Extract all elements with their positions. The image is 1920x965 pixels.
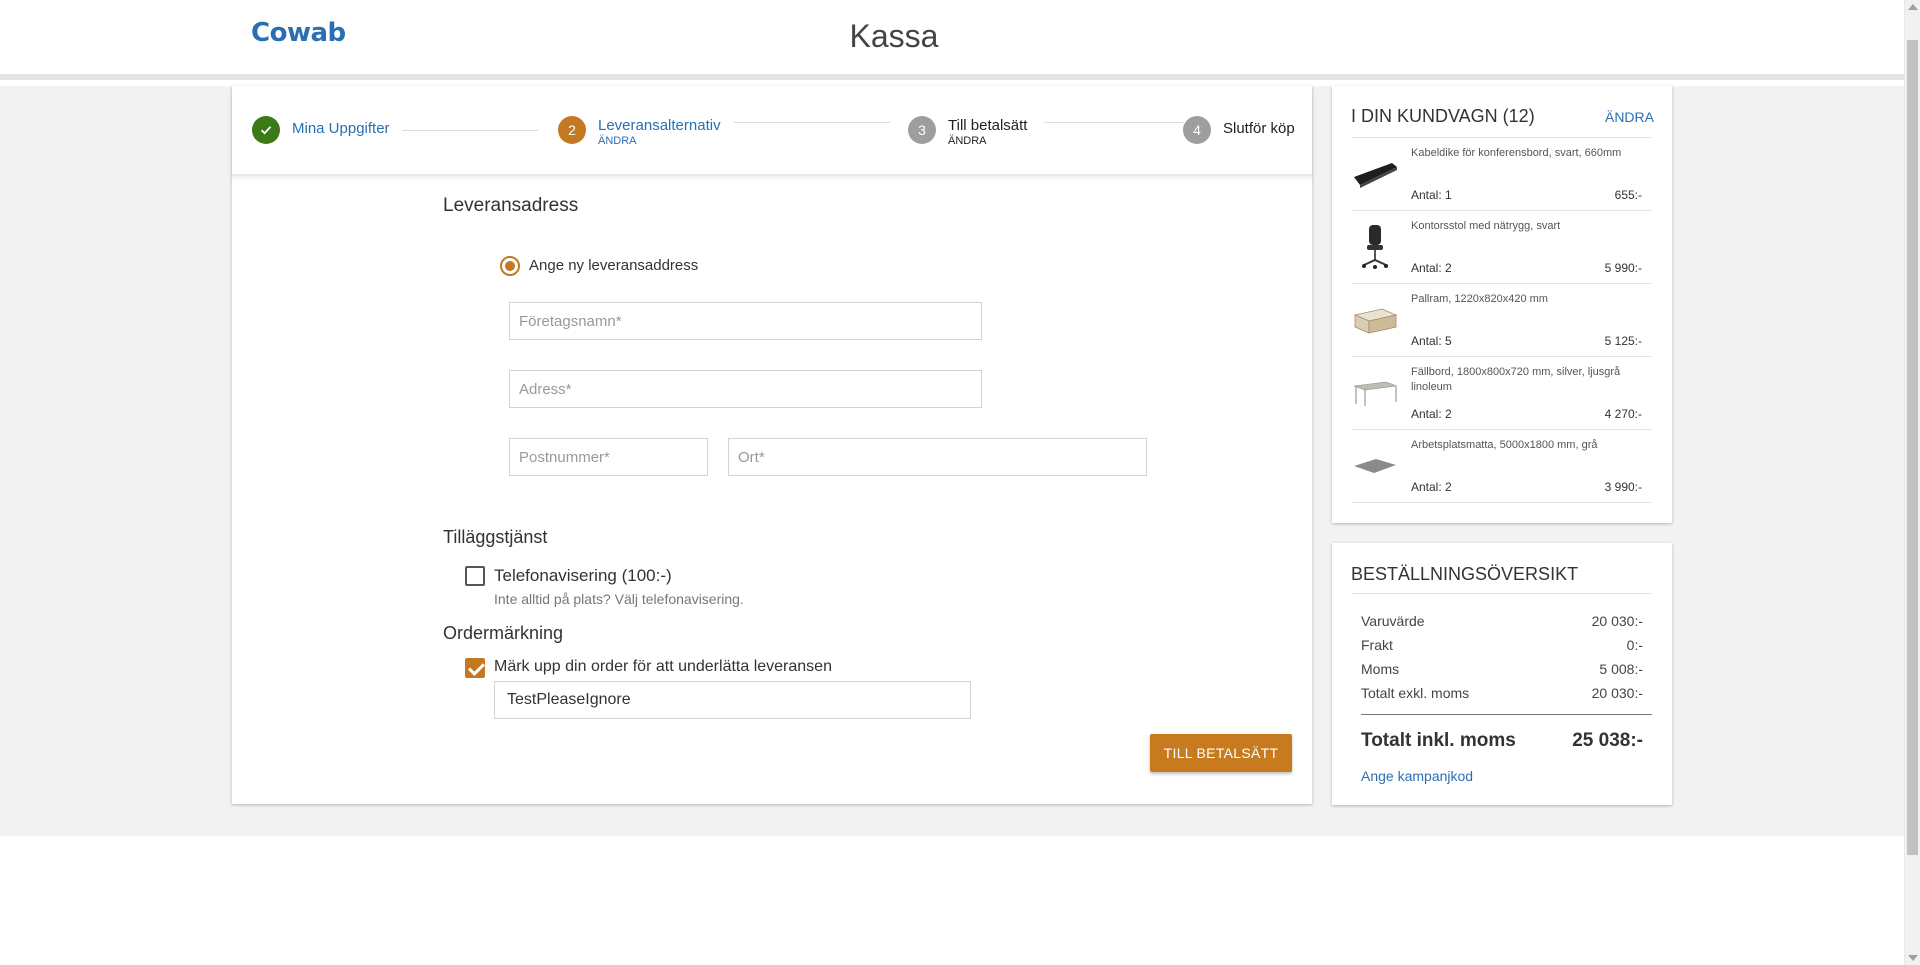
cart-item-qty: Antal: 2 bbox=[1411, 407, 1452, 421]
cart-title: I DIN KUNDVAGN (12) bbox=[1351, 106, 1535, 126]
step-number: 4 bbox=[1183, 116, 1211, 144]
order-summary-title: Beställningsöversikt bbox=[1351, 564, 1579, 584]
cart-item-qty: Antal: 5 bbox=[1411, 334, 1452, 348]
step-label: Leveransalternativ bbox=[598, 117, 721, 134]
cart-item[interactable]: Arbetsplatsmatta, 5000x1800 mm, grå Anta… bbox=[1351, 430, 1652, 503]
summary-label: Frakt bbox=[1361, 637, 1393, 653]
cart-item-qty: Antal: 1 bbox=[1411, 188, 1452, 202]
summary-label: Varuvärde bbox=[1361, 613, 1425, 629]
cart-item-qty: Antal: 2 bbox=[1411, 480, 1452, 494]
summary-value: 20 030:- bbox=[1591, 613, 1643, 629]
postal-code-input[interactable] bbox=[509, 438, 708, 476]
promo-code-link[interactable]: Ange kampanjkod bbox=[1361, 768, 1473, 784]
cart-item[interactable]: Pallram, 1220x820x420 mm Antal: 5 5 125:… bbox=[1351, 284, 1652, 357]
cart-item-price: 655:- bbox=[1614, 188, 1642, 202]
city-input[interactable] bbox=[728, 438, 1147, 476]
step-slutfor-kop[interactable]: 4 Slutför köp bbox=[1183, 116, 1295, 144]
cart-item-name: Kontorsstol med nätrygg, svart bbox=[1411, 220, 1561, 232]
checkout-card: Mina Uppgifter 2 Leveransalternativ ÄNDR… bbox=[232, 86, 1312, 804]
company-name-input[interactable] bbox=[509, 302, 982, 340]
cart-item-name: Arbetsplatsmatta, 5000x1800 mm, grå bbox=[1411, 439, 1598, 451]
address-input[interactable] bbox=[509, 370, 982, 408]
new-address-radio-label[interactable]: Ange ny leveransaddress bbox=[529, 257, 698, 274]
divider bbox=[1361, 714, 1652, 715]
step-number: 3 bbox=[908, 116, 936, 144]
step-label: Mina Uppgifter bbox=[292, 120, 390, 137]
summary-row-total-excl: Totalt exkl. moms 20 030:- bbox=[1361, 685, 1643, 701]
scroll-thumb[interactable] bbox=[1907, 40, 1918, 855]
cart-item[interactable]: Kabeldike för konferensbord, svart, 660m… bbox=[1351, 138, 1652, 211]
total-label: Totalt inkl. moms bbox=[1361, 730, 1516, 751]
cart-item-price: 3 990:- bbox=[1604, 480, 1642, 494]
order-marking-label[interactable]: Märk upp din order för att underlätta le… bbox=[494, 658, 832, 676]
step-change-link[interactable]: ÄNDRA bbox=[948, 134, 1027, 148]
summary-row-subtotal: Varuvärde 20 030:- bbox=[1361, 613, 1643, 629]
summary-value: 20 030:- bbox=[1591, 685, 1643, 701]
total-value: 25 038:- bbox=[1572, 730, 1643, 751]
cart-item-price: 5 990:- bbox=[1604, 261, 1642, 275]
cart-item-name: Fällbord, 1800x800x720 mm, silver, ljusg… bbox=[1411, 366, 1621, 393]
summary-row-vat: Moms 5 008:- bbox=[1361, 661, 1643, 677]
page-title: Kassa bbox=[849, 18, 939, 54]
step-connector bbox=[734, 122, 890, 123]
scroll-up-icon[interactable] bbox=[1908, 4, 1918, 10]
phone-notification-hint: Inte alltid på plats? Välj telefonaviser… bbox=[494, 591, 744, 607]
cart-change-link[interactable]: Ändra bbox=[1605, 109, 1654, 125]
to-payment-button[interactable]: Till betalsätt bbox=[1150, 734, 1292, 772]
new-address-radio[interactable] bbox=[500, 256, 520, 276]
order-marking-input[interactable] bbox=[494, 681, 971, 719]
floor-mat-icon bbox=[1351, 442, 1399, 490]
order-summary-card: Beställningsöversikt Varuvärde 20 030:- F… bbox=[1332, 543, 1672, 805]
summary-value: 0:- bbox=[1626, 637, 1643, 653]
step-leveransalternativ[interactable]: 2 Leveransalternativ ÄNDRA bbox=[558, 116, 721, 148]
step-till-betalsatt[interactable]: 3 Till betalsätt ÄNDRA bbox=[908, 116, 1027, 148]
step-mina-uppgifter[interactable]: Mina Uppgifter bbox=[252, 116, 390, 144]
cart-item-price: 5 125:- bbox=[1604, 334, 1642, 348]
step-label: Till betalsätt bbox=[948, 117, 1028, 134]
summary-label: Moms bbox=[1361, 661, 1400, 677]
scroll-down-icon[interactable] bbox=[1908, 955, 1918, 961]
addon-service-title: Tilläggstjänst bbox=[443, 527, 548, 547]
cart-item-price: 4 270:- bbox=[1604, 407, 1642, 421]
order-marking-title: Ordermärkning bbox=[443, 623, 564, 643]
cart-item-name: Kabeldike för konferensbord, svart, 660m… bbox=[1411, 147, 1622, 159]
step-number: 2 bbox=[558, 116, 586, 144]
summary-value: 5 008:- bbox=[1599, 661, 1643, 677]
checkout-steps: Mina Uppgifter 2 Leveransalternativ ÄNDR… bbox=[232, 86, 1312, 176]
cart-item-qty: Antal: 2 bbox=[1411, 261, 1452, 275]
delivery-address-title: Leveransadress bbox=[443, 195, 579, 216]
check-icon bbox=[252, 116, 280, 144]
summary-label: Totalt exkl. moms bbox=[1361, 685, 1470, 701]
divider bbox=[1351, 593, 1652, 594]
cart-card: I DIN KUNDVAGN (12) Ändra Kabeldike för … bbox=[1332, 86, 1672, 523]
cart-item[interactable]: Fällbord, 1800x800x720 mm, silver, ljusg… bbox=[1351, 357, 1652, 430]
phone-notification-checkbox[interactable] bbox=[465, 566, 485, 586]
folding-table-icon bbox=[1351, 369, 1399, 417]
cart-item-name: Pallram, 1220x820x420 mm bbox=[1411, 293, 1548, 305]
step-connector bbox=[1044, 122, 1184, 123]
office-chair-icon bbox=[1351, 223, 1399, 271]
step-change-link[interactable]: ÄNDRA bbox=[598, 134, 721, 148]
phone-notification-label[interactable]: Telefonavisering (100:-) bbox=[494, 566, 672, 586]
cart-item[interactable]: Kontorsstol med nätrygg, svart Antal: 2 … bbox=[1351, 211, 1652, 284]
pallet-frame-icon bbox=[1351, 296, 1399, 344]
site-header: Cowab Kassa bbox=[0, 0, 1904, 80]
step-connector bbox=[402, 130, 538, 131]
page-scrollbar[interactable] bbox=[1904, 0, 1920, 965]
summary-total: Totalt inkl. moms 25 038:- bbox=[1361, 730, 1643, 752]
summary-row-shipping: Frakt 0:- bbox=[1361, 637, 1643, 653]
order-marking-checkbox[interactable] bbox=[465, 658, 485, 678]
step-label: Slutför köp bbox=[1223, 120, 1295, 137]
cable-tray-icon bbox=[1351, 150, 1399, 198]
